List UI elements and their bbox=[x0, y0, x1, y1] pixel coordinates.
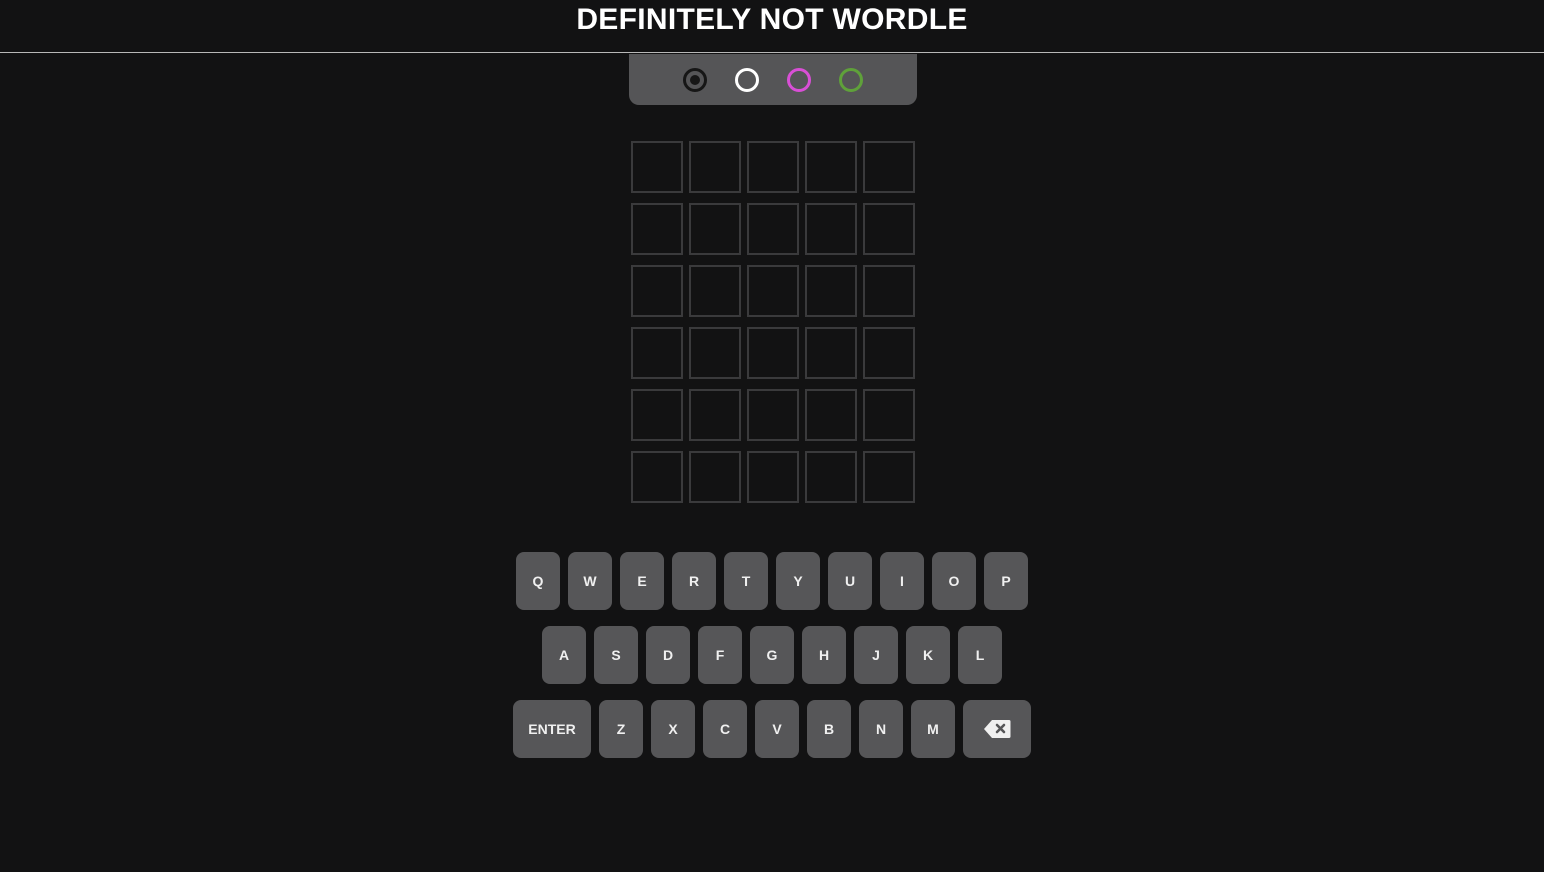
game-board bbox=[631, 141, 915, 503]
color-swatch-white[interactable] bbox=[735, 67, 759, 92]
key-z[interactable]: Z bbox=[599, 700, 643, 758]
key-p[interactable]: P bbox=[984, 552, 1028, 610]
color-swatch-magenta[interactable] bbox=[787, 67, 811, 92]
key-i[interactable]: I bbox=[880, 552, 924, 610]
key-c[interactable]: C bbox=[703, 700, 747, 758]
board-tile bbox=[863, 141, 915, 193]
key-q[interactable]: Q bbox=[516, 552, 560, 610]
board-tile bbox=[863, 265, 915, 317]
color-swatch-black[interactable] bbox=[683, 67, 707, 92]
board-tile bbox=[747, 327, 799, 379]
board-tile bbox=[747, 451, 799, 503]
board-tile bbox=[805, 451, 857, 503]
color-swatch-green[interactable] bbox=[839, 67, 863, 92]
enter-key[interactable]: ENTER bbox=[513, 700, 591, 758]
backspace-key[interactable] bbox=[963, 700, 1031, 758]
board-tile bbox=[631, 141, 683, 193]
board-tile bbox=[863, 451, 915, 503]
keyboard-row-1: QWERTYUIOP bbox=[0, 552, 1544, 610]
board-tile bbox=[631, 451, 683, 503]
key-s[interactable]: S bbox=[594, 626, 638, 684]
key-l[interactable]: L bbox=[958, 626, 1002, 684]
key-w[interactable]: W bbox=[568, 552, 612, 610]
board-tile bbox=[631, 327, 683, 379]
board-tile bbox=[805, 389, 857, 441]
board-tile bbox=[863, 203, 915, 255]
key-r[interactable]: R bbox=[672, 552, 716, 610]
key-t[interactable]: T bbox=[724, 552, 768, 610]
board-tile bbox=[689, 451, 741, 503]
board-tile bbox=[805, 265, 857, 317]
key-y[interactable]: Y bbox=[776, 552, 820, 610]
board-tile bbox=[747, 389, 799, 441]
board-tile bbox=[689, 389, 741, 441]
board-tile bbox=[689, 327, 741, 379]
board-tile bbox=[689, 203, 741, 255]
board-tile bbox=[863, 327, 915, 379]
board-tile bbox=[747, 141, 799, 193]
key-b[interactable]: B bbox=[807, 700, 851, 758]
backspace-icon bbox=[983, 719, 1011, 739]
board-tile bbox=[747, 265, 799, 317]
key-a[interactable]: A bbox=[542, 626, 586, 684]
board-tile bbox=[805, 203, 857, 255]
key-o[interactable]: O bbox=[932, 552, 976, 610]
page-title: DEFINITELY NOT WORDLE bbox=[576, 3, 968, 36]
board-tile bbox=[689, 265, 741, 317]
key-j[interactable]: J bbox=[854, 626, 898, 684]
board-tile bbox=[747, 203, 799, 255]
key-n[interactable]: N bbox=[859, 700, 903, 758]
key-k[interactable]: K bbox=[906, 626, 950, 684]
key-d[interactable]: D bbox=[646, 626, 690, 684]
board-tile bbox=[631, 265, 683, 317]
key-x[interactable]: X bbox=[651, 700, 695, 758]
keyboard: QWERTYUIOP ASDFGHJKL ENTER ZXCVBNM bbox=[0, 552, 1544, 774]
key-u[interactable]: U bbox=[828, 552, 872, 610]
keyboard-row-2: ASDFGHJKL bbox=[0, 626, 1544, 684]
key-m[interactable]: M bbox=[911, 700, 955, 758]
board-tile bbox=[631, 203, 683, 255]
board-tile bbox=[863, 389, 915, 441]
color-picker bbox=[629, 54, 917, 105]
key-h[interactable]: H bbox=[802, 626, 846, 684]
key-g[interactable]: G bbox=[750, 626, 794, 684]
header: DEFINITELY NOT WORDLE bbox=[0, 0, 1544, 53]
key-f[interactable]: F bbox=[698, 626, 742, 684]
keyboard-row-3: ENTER ZXCVBNM bbox=[0, 700, 1544, 758]
board-tile bbox=[689, 141, 741, 193]
key-e[interactable]: E bbox=[620, 552, 664, 610]
key-v[interactable]: V bbox=[755, 700, 799, 758]
board-tile bbox=[631, 389, 683, 441]
board-tile bbox=[805, 141, 857, 193]
board-tile bbox=[805, 327, 857, 379]
